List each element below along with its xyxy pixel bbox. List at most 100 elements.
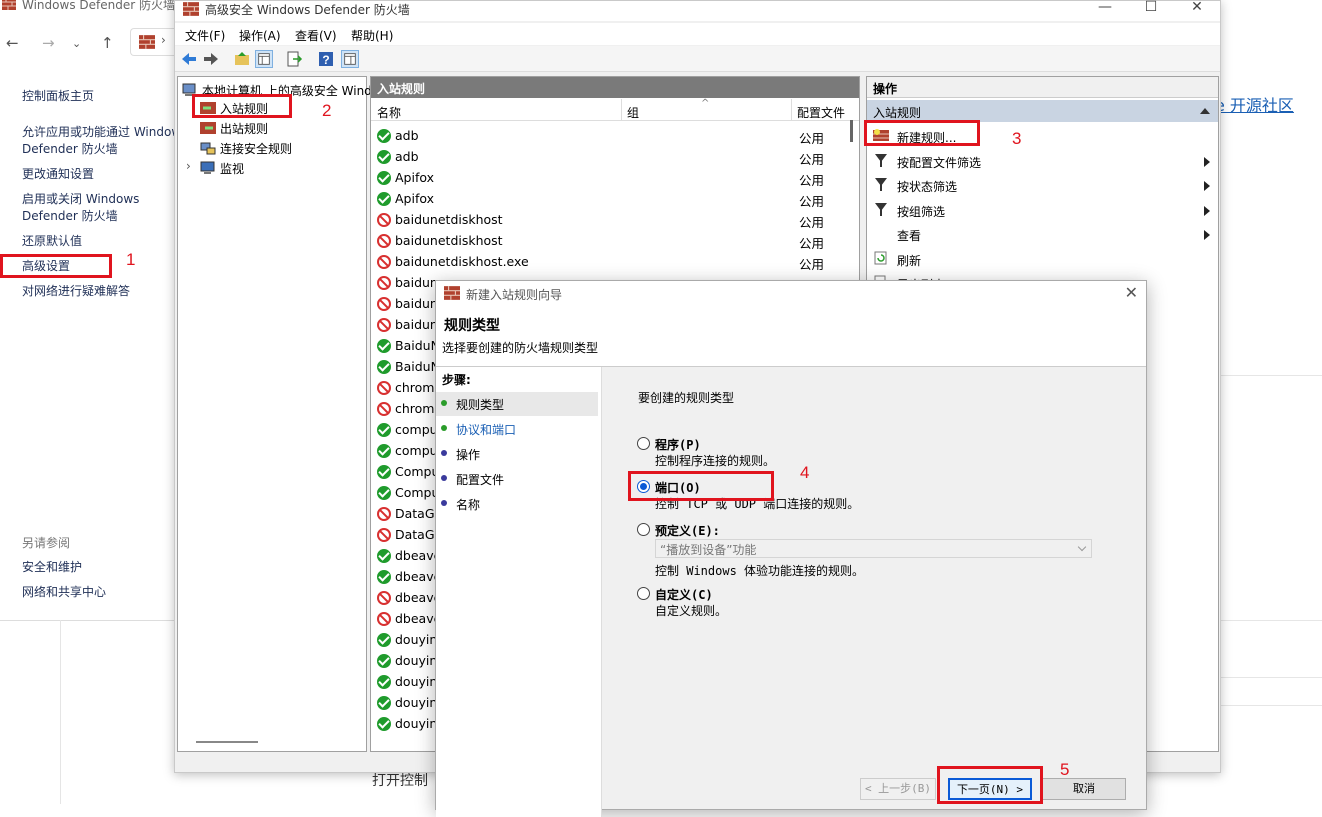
- action-item[interactable]: 查看: [867, 222, 1218, 246]
- back-button[interactable]: < 上一步(B): [860, 778, 936, 800]
- close-icon[interactable]: ✕: [1125, 283, 1138, 302]
- control-panel-link[interactable]: Defender 防火墙: [22, 141, 118, 158]
- rule-type-radio[interactable]: [637, 587, 650, 600]
- firewall-title-bar: 高级安全 Windows Defender 防火墙 — ☐ ✕: [175, 0, 1220, 21]
- see-also-security-link[interactable]: 安全和维护: [22, 559, 82, 576]
- minimize-icon[interactable]: —: [1082, 0, 1128, 19]
- wizard-step[interactable]: 规则类型: [436, 392, 598, 416]
- export-icon[interactable]: [285, 50, 303, 68]
- actions-subheader[interactable]: 入站规则: [867, 100, 1218, 122]
- table-row[interactable]: Apifox 公用: [371, 168, 859, 189]
- chevron-down-icon[interactable]: ⌄: [72, 37, 81, 50]
- wizard-subheading: 选择要创建的防火墙规则类型: [442, 341, 599, 355]
- control-panel-link[interactable]: Defender 防火墙: [22, 208, 118, 225]
- step-bullet-icon: [441, 425, 447, 431]
- forward-icon[interactable]: →: [42, 34, 55, 52]
- annotation-number-3: 3: [1012, 129, 1022, 148]
- collapse-icon[interactable]: [1200, 108, 1210, 114]
- up-icon[interactable]: ↑: [101, 34, 114, 52]
- table-row[interactable]: Apifox 公用: [371, 189, 859, 210]
- control-panel-link[interactable]: 更改通知设置: [22, 166, 94, 183]
- menu-bar: 文件(F) 操作(A) 查看(V) 帮助(H): [175, 23, 1220, 45]
- rule-type-radio[interactable]: [637, 437, 650, 450]
- action-item[interactable]: 按配置文件筛选: [867, 149, 1218, 173]
- back-arrow-icon[interactable]: [180, 50, 198, 68]
- enabled-check-icon: [377, 150, 391, 164]
- wizard-step[interactable]: 协议和端口: [436, 417, 598, 441]
- annotation-number-4: 4: [800, 463, 810, 482]
- column-headers: 名称 组 ^ 配置文件: [371, 98, 859, 121]
- enabled-check-icon: [377, 360, 391, 374]
- cancel-button[interactable]: 取消: [1042, 778, 1126, 800]
- rule-type-label[interactable]: 预定义(E):: [655, 522, 720, 539]
- table-row[interactable]: baidunetdiskhost 公用: [371, 231, 859, 252]
- rule-type-radio[interactable]: [637, 523, 650, 536]
- rule-profile: 公用: [799, 152, 825, 167]
- control-panel-link[interactable]: 允许应用或功能通过 Windows: [22, 124, 187, 141]
- control-panel-link[interactable]: 还原默认值: [22, 233, 82, 250]
- table-row[interactable]: adb 公用: [371, 126, 859, 147]
- show-action-pane-icon[interactable]: [341, 50, 359, 68]
- horizontal-scrollbar[interactable]: [196, 741, 258, 743]
- maximize-icon[interactable]: ☐: [1128, 0, 1174, 19]
- predefined-select: “播放到设备”功能: [655, 539, 1092, 558]
- vertical-scrollbar[interactable]: [850, 120, 853, 142]
- connection-security-icon: [200, 142, 216, 155]
- breadcrumb-chevron-icon: ›: [161, 33, 166, 47]
- rule-type-label[interactable]: 自定义(C): [655, 586, 713, 603]
- rule-name: douyin: [395, 632, 438, 647]
- see-also-network-link[interactable]: 网络和共享中心: [22, 584, 106, 601]
- expand-chevron-icon[interactable]: ›: [186, 159, 191, 173]
- control-panel-link[interactable]: 控制面板主页: [22, 88, 94, 105]
- control-panel-link[interactable]: 启用或关闭 Windows: [22, 191, 139, 208]
- column-profile[interactable]: 配置文件: [797, 104, 845, 121]
- blocked-icon: [377, 381, 391, 395]
- up-folder-icon[interactable]: [233, 50, 251, 68]
- close-icon[interactable]: ✕: [1174, 0, 1220, 19]
- wizard-step[interactable]: 操作: [436, 442, 598, 466]
- control-panel-link[interactable]: 对网络进行疑难解答: [22, 283, 130, 300]
- wizard-step[interactable]: 名称: [436, 492, 598, 516]
- rule-name: compu: [395, 443, 438, 458]
- wizard-title: 新建入站规则向导: [466, 288, 563, 302]
- wizard-title-bar: 新建入站规则向导 ✕: [436, 281, 1146, 307]
- menu-item[interactable]: 帮助(H): [351, 27, 393, 44]
- step-bullet-icon: [441, 400, 447, 406]
- control-panel-nav: ← → ⌄ ↑ ›: [0, 28, 180, 56]
- rule-type-label[interactable]: 程序(P): [655, 436, 701, 453]
- table-row[interactable]: adb 公用: [371, 147, 859, 168]
- menu-item[interactable]: 查看(V): [295, 27, 337, 44]
- forward-arrow-icon[interactable]: [202, 50, 220, 68]
- menu-item[interactable]: 文件(F): [185, 27, 225, 44]
- address-bar[interactable]: ›: [130, 28, 180, 56]
- blocked-icon: [377, 318, 391, 332]
- show-hide-tree-icon[interactable]: [255, 50, 273, 68]
- menu-item[interactable]: 操作(A): [239, 27, 281, 44]
- new-inbound-rule-wizard: 新建入站规则向导 ✕ 规则类型 选择要创建的防火墙规则类型 步骤: 规则类型 协议…: [435, 280, 1147, 817]
- step-label: 名称: [456, 498, 481, 512]
- rule-name: douyin: [395, 653, 438, 668]
- rule-type-description: 控制程序连接的规则。: [655, 454, 776, 468]
- column-separator: [621, 99, 622, 121]
- action-label: 按配置文件筛选: [897, 155, 982, 170]
- help-icon[interactable]: ?: [317, 50, 335, 68]
- column-group[interactable]: 组: [627, 104, 639, 121]
- action-item[interactable]: 刷新: [867, 247, 1218, 271]
- enabled-check-icon: [377, 696, 391, 710]
- table-row[interactable]: baidunetdiskhost.exe 公用: [371, 252, 859, 273]
- column-name[interactable]: 名称: [377, 104, 401, 121]
- navigation-tree: 本地计算机 上的高级安全 Wind 入站规则 出站规则 连接安全规则 › 监视: [177, 76, 372, 752]
- wizard-step[interactable]: 配置文件: [436, 467, 598, 491]
- back-icon[interactable]: ←: [6, 34, 19, 52]
- firewall-icon: [2, 0, 16, 10]
- submenu-arrow-icon: [1204, 156, 1210, 167]
- table-row[interactable]: baidunetdiskhost 公用: [371, 210, 859, 231]
- blocked-icon: [377, 528, 391, 542]
- community-link[interactable]: e 开源社区: [1215, 92, 1294, 116]
- rule-profile: 公用: [799, 173, 825, 188]
- firewall-icon: [183, 2, 199, 16]
- action-item[interactable]: 按状态筛选: [867, 173, 1218, 197]
- filter-icon: [875, 153, 887, 167]
- action-item[interactable]: 按组筛选: [867, 198, 1218, 222]
- divider: [0, 620, 180, 621]
